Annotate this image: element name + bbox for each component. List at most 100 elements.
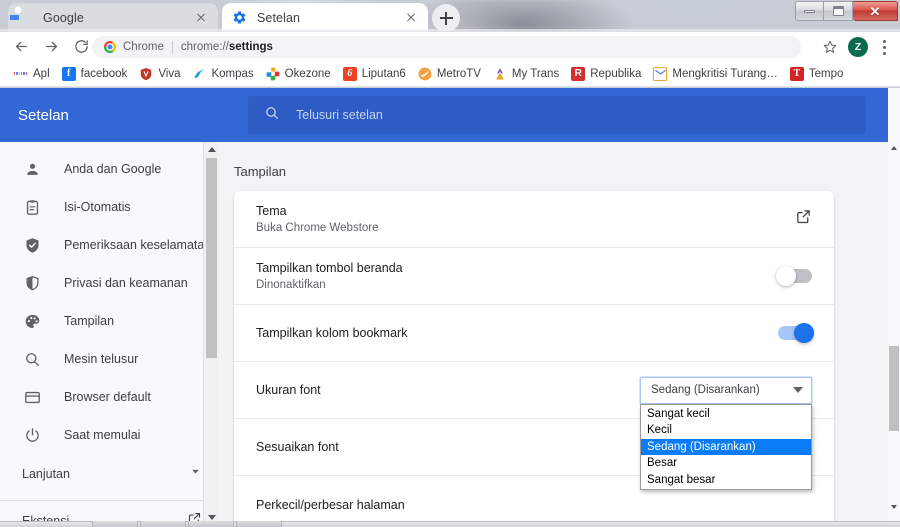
row-tampilkan-kolom-bookmark[interactable]: Tampilkan kolom bookmark: [234, 305, 834, 362]
search-icon: [22, 351, 42, 368]
bookmark-label: Viva: [158, 67, 181, 80]
sidebar-item-label: Browser default: [64, 390, 151, 404]
chevron-down-icon: [189, 465, 202, 483]
select-option[interactable]: Sangat kecil: [641, 406, 811, 423]
select-option[interactable]: Sangat besar: [641, 472, 811, 489]
scroll-down-arrow-icon[interactable]: [888, 501, 900, 513]
select-trigger[interactable]: Sedang (Disarankan): [640, 376, 812, 404]
bookmark-label: Liputan6: [361, 67, 406, 80]
maximize-icon: [832, 6, 844, 16]
sidebar-item-pemeriksaan-keselamatan[interactable]: Pemeriksaan keselamatan: [0, 226, 218, 264]
bookmark-facebook[interactable]: f facebook: [56, 63, 134, 85]
address-bar[interactable]: Chrome chrome://settings: [92, 36, 801, 58]
bookmark-okezone[interactable]: Okezone: [260, 63, 337, 85]
bookmark-tempo[interactable]: T Tempo: [784, 63, 850, 85]
row-title: Ukuran font: [256, 383, 321, 397]
taskbar-item[interactable]: [92, 521, 138, 527]
select-option[interactable]: Besar: [641, 455, 811, 472]
bookmark-republika[interactable]: R Republika: [565, 63, 647, 85]
bookmark-mengkritisi-turang[interactable]: Mengkritisi Turang…: [647, 63, 783, 85]
bookmark-star-icon[interactable]: [822, 39, 838, 60]
sidebar-item-privasi-dan-keamanan[interactable]: Privasi dan keamanan: [0, 264, 218, 302]
row-tema[interactable]: Tema Buka Chrome Webstore: [234, 191, 834, 248]
page-scrollbar-thumb[interactable]: [889, 346, 899, 431]
close-window-button[interactable]: ✕: [853, 1, 898, 21]
omnibox-chip-label: Chrome: [123, 41, 164, 53]
republika-icon: R: [571, 66, 586, 81]
settings-header: Setelan Telusuri setelan: [0, 88, 888, 142]
settings-card: Tema Buka Chrome Webstore Tampilkan tomb…: [234, 191, 834, 525]
bookmark-metrotv[interactable]: MetroTV: [412, 63, 487, 85]
sidebar-scrollbar-thumb[interactable]: [206, 158, 217, 358]
browser-tab-setelan[interactable]: Setelan: [222, 3, 428, 32]
select-dropdown-menu[interactable]: Sangat kecil Kecil Sedang (Disarankan) B…: [640, 403, 812, 490]
sidebar-item-anda-dan-google[interactable]: Anda dan Google: [0, 150, 218, 188]
scroll-up-arrow-icon[interactable]: [204, 142, 219, 157]
bookmark-label: My Trans: [511, 67, 560, 80]
sidebar-item-saat-memulai[interactable]: Saat memulai: [0, 416, 218, 454]
avatar[interactable]: Z: [848, 37, 868, 57]
sidebar-item-isi-otomatis[interactable]: Isi-Otomatis: [0, 188, 218, 226]
maximize-button[interactable]: [824, 1, 853, 21]
sidebar-scrollbar[interactable]: [203, 142, 218, 525]
sidebar-item-label: Privasi dan keamanan: [64, 276, 188, 290]
new-tab-button[interactable]: [432, 4, 460, 32]
back-arrow-icon[interactable]: [6, 33, 36, 61]
omnibox-divider: [171, 40, 173, 54]
bookmark-apl[interactable]: Apl: [8, 63, 56, 85]
bookmark-label: Apl: [33, 67, 50, 80]
row-title: Tampilkan kolom bookmark: [256, 326, 408, 340]
scroll-up-arrow-icon[interactable]: [888, 142, 900, 154]
browser-window: Google Setelan ✕ Chrome chrome://setting…: [0, 0, 900, 527]
three-dot-menu-icon[interactable]: [876, 38, 892, 56]
sidebar-item-tampilan[interactable]: Tampilan: [0, 302, 218, 340]
browser-toolbar: Chrome chrome://settings Z: [0, 32, 900, 61]
chrome-icon: [104, 41, 116, 53]
row-title: Perkecil/perbesar halaman: [256, 497, 405, 512]
close-icon[interactable]: [402, 9, 420, 27]
taskbar-item[interactable]: [236, 521, 282, 527]
search-input[interactable]: Telusuri setelan: [248, 96, 866, 134]
row-title: Tema: [256, 204, 287, 218]
row-ukuran-font[interactable]: Ukuran font Sedang (Disarankan) Sangat k…: [234, 362, 834, 490]
sidebar-item-label: Pemeriksaan keselamatan: [64, 238, 212, 252]
sidebar-item-mesin-telusur[interactable]: Mesin telusur: [0, 340, 218, 378]
minimize-button[interactable]: [795, 1, 824, 21]
row-tampilkan-tombol-beranda[interactable]: Tampilkan tombol beranda Dinonaktifkan: [234, 248, 834, 305]
close-icon[interactable]: [192, 9, 210, 27]
bookmark-label: Kompas: [211, 67, 254, 80]
google-icon: [18, 10, 34, 26]
taskbar-item[interactable]: [140, 521, 186, 527]
bookmarks-bar: Apl f facebook Viva Kompas Okezone 6 Lip…: [0, 61, 900, 87]
apps-grid-icon: [14, 67, 28, 81]
open-in-new-icon[interactable]: [795, 208, 812, 230]
tab-title: Setelan: [257, 10, 301, 25]
row-subtitle: Buka Chrome Webstore: [256, 222, 379, 234]
facebook-icon: f: [61, 66, 76, 81]
bookmark-viva[interactable]: Viva: [133, 63, 186, 85]
omnibox-url: chrome://settings: [181, 41, 273, 53]
row-subtitle: Dinonaktifkan: [256, 279, 326, 291]
okezone-icon: [265, 66, 280, 81]
settings-content: Tampilan Tema Buka Chrome Webstore Tampi…: [218, 142, 888, 525]
clipboard-icon: [22, 199, 42, 216]
bookmark-kompas[interactable]: Kompas: [186, 63, 259, 85]
sidebar-item-label: Saat memulai: [64, 428, 141, 442]
bookmarks-bar-toggle[interactable]: [778, 323, 814, 343]
font-size-select[interactable]: Sedang (Disarankan) Sangat kecil Kecil S…: [640, 376, 812, 490]
page-scrollbar[interactable]: [888, 88, 900, 525]
sidebar-item-browser-default[interactable]: Browser default: [0, 378, 218, 416]
taskbar-item[interactable]: [188, 521, 234, 527]
minimize-icon: [804, 9, 815, 13]
forward-arrow-icon[interactable]: [36, 33, 66, 61]
row-title: Tampilkan tombol beranda: [256, 261, 403, 275]
mytrans-icon: [492, 66, 507, 81]
bookmark-mytrans[interactable]: My Trans: [487, 63, 565, 85]
sidebar-item-lanjutan[interactable]: Lanjutan: [0, 454, 218, 494]
bookmark-liputan6[interactable]: 6 Liputan6: [337, 63, 412, 85]
browser-tab-google[interactable]: Google: [8, 3, 218, 32]
sidebar-item-label: Tampilan: [64, 314, 115, 328]
select-option-selected[interactable]: Sedang (Disarankan): [641, 438, 811, 455]
select-option[interactable]: Kecil: [641, 422, 811, 439]
home-button-toggle[interactable]: [776, 266, 812, 286]
